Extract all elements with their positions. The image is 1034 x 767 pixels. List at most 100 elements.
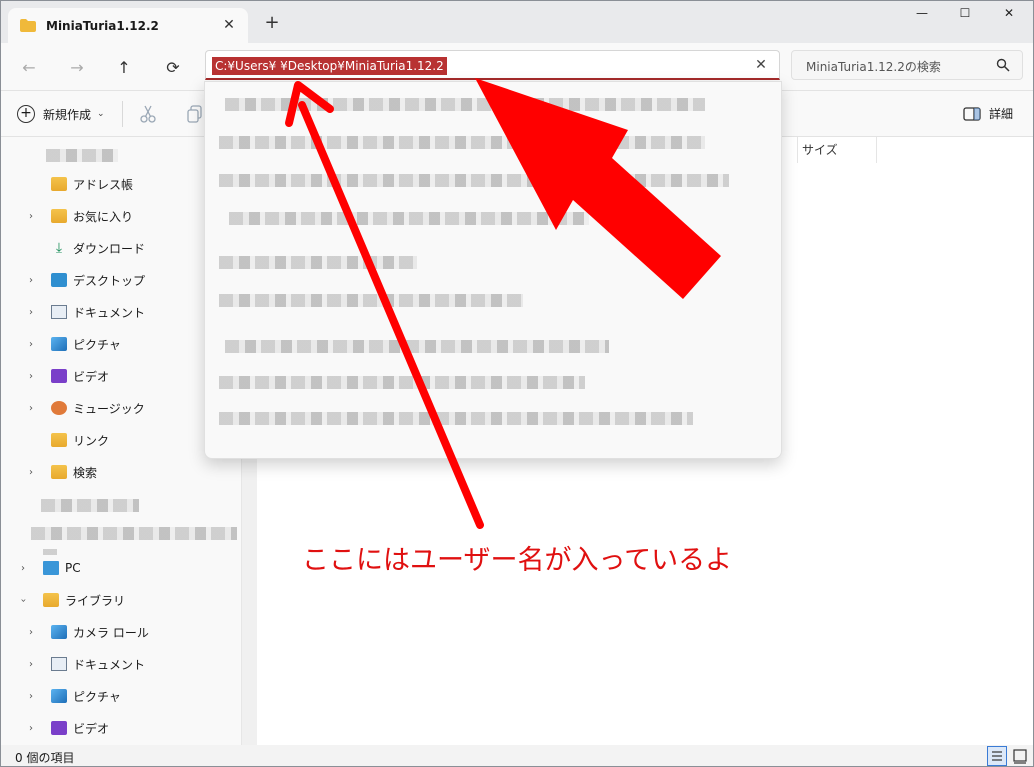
item-count: 0 個の項目 <box>15 751 75 765</box>
redacted-item <box>43 549 57 555</box>
sidebar-item-label: アドレス帳 <box>73 177 134 192</box>
sidebar-item-label: デスクトップ <box>73 273 146 288</box>
redacted-suggestion[interactable] <box>219 294 523 307</box>
sidebar-item-favorites[interactable]: › お気に入り <box>29 205 133 227</box>
chevron-right-icon: › <box>29 626 33 638</box>
title-bar: MiniaTuria1.12.2 ✕ + — ☐ ✕ <box>1 1 1033 43</box>
redacted-suggestion[interactable] <box>229 212 589 225</box>
chevron-down-icon: ⌄ <box>97 109 105 119</box>
sidebar-item-label: リンク <box>73 433 110 448</box>
annotation-label: ここにはユーザー名が入っているよ <box>302 545 733 576</box>
sidebar-item-library-documents[interactable]: › ドキュメント <box>29 653 145 675</box>
tab-current-folder[interactable]: MiniaTuria1.12.2 ✕ <box>8 8 248 43</box>
pc-icon <box>43 561 59 575</box>
thumbnail-view-button[interactable] <box>1011 747 1029 765</box>
copy-icon[interactable] <box>187 105 203 123</box>
redacted-item <box>46 149 118 162</box>
sidebar-item-label: PC <box>65 561 81 575</box>
redacted-suggestion[interactable] <box>225 98 705 111</box>
pictures-icon <box>51 337 67 351</box>
sidebar-item-label: 検索 <box>73 465 98 480</box>
cut-icon[interactable] <box>139 105 157 123</box>
redacted-item <box>41 499 139 512</box>
minimize-button[interactable]: — <box>907 6 937 28</box>
sidebar-item-videos[interactable]: › ビデオ <box>29 365 109 387</box>
sidebar-item-label: ドキュメント <box>73 657 146 672</box>
chevron-right-icon: › <box>29 306 33 318</box>
redacted-suggestion[interactable] <box>219 174 729 187</box>
status-bar: 0 個の項目 <box>1 745 1033 766</box>
folder-icon <box>51 177 67 191</box>
close-button[interactable]: ✕ <box>994 6 1024 28</box>
sidebar-item-pictures[interactable]: › ピクチャ <box>29 333 121 355</box>
video-icon <box>51 721 67 735</box>
sidebar-item-searches[interactable]: › 検索 <box>29 461 97 483</box>
sidebar-item-pc[interactable]: › PC <box>21 557 81 579</box>
details-label: 詳細 <box>989 107 1014 121</box>
back-button[interactable]: ← <box>17 55 41 79</box>
details-pane-icon <box>963 106 981 121</box>
refresh-button[interactable]: ⟳ <box>161 55 185 79</box>
sidebar-item-downloads[interactable]: ⤓ ダウンロード <box>51 237 145 259</box>
chevron-right-icon: › <box>29 210 33 222</box>
chevron-right-icon: › <box>29 690 33 702</box>
column-header-size[interactable]: サイズ <box>797 137 877 163</box>
sidebar-item-music[interactable]: › ミュージック <box>29 397 145 419</box>
chevron-right-icon: › <box>29 466 33 478</box>
redacted-suggestion[interactable] <box>219 256 417 269</box>
folder-icon <box>51 433 67 447</box>
maximize-button[interactable]: ☐ <box>950 6 980 28</box>
chevron-right-icon: › <box>29 274 33 286</box>
sidebar-item-label: ダウンロード <box>73 241 146 256</box>
new-tab-button[interactable]: + <box>263 14 281 32</box>
sidebar-item-desktop[interactable]: › デスクトップ <box>29 269 145 291</box>
folder-icon <box>43 593 59 607</box>
sidebar-item-library-pictures[interactable]: › ピクチャ <box>29 685 121 707</box>
sidebar-item-libraries[interactable]: › ライブラリ <box>18 589 125 611</box>
forward-button[interactable]: → <box>65 55 89 79</box>
tab-close-icon[interactable]: ✕ <box>220 16 238 34</box>
thumbnail-view-icon <box>1013 749 1027 764</box>
pictures-icon <box>51 689 67 703</box>
search-placeholder: MiniaTuria1.12.2の検索 <box>806 60 941 74</box>
search-icon <box>996 58 1010 72</box>
document-icon <box>51 305 67 319</box>
sidebar-item-documents[interactable]: › ドキュメント <box>29 301 145 323</box>
details-pane-button[interactable]: 詳細 <box>963 105 1013 122</box>
chevron-right-icon: › <box>29 402 33 414</box>
sidebar-item-label: ミュージック <box>73 401 145 416</box>
address-path-selected[interactable]: C:¥Users¥ ¥Desktop¥MiniaTuria1.12.2 <box>212 57 447 75</box>
music-icon <box>51 401 67 415</box>
new-button-label: 新規作成 <box>43 107 92 122</box>
sidebar-item-library-videos[interactable]: › ビデオ <box>29 717 109 739</box>
sidebar-item-label: ビデオ <box>73 369 110 384</box>
sidebar-item-links[interactable]: リンク <box>51 429 109 451</box>
sidebar-item-label: ドキュメント <box>73 305 146 320</box>
search-box[interactable]: MiniaTuria1.12.2の検索 <box>791 50 1023 80</box>
redacted-suggestion[interactable] <box>219 376 585 389</box>
sidebar-item-label: ビデオ <box>73 721 110 736</box>
redacted-item <box>31 527 237 540</box>
chevron-right-icon: › <box>29 722 33 734</box>
redacted-suggestion[interactable] <box>219 412 693 425</box>
pictures-icon <box>51 625 67 639</box>
redacted-suggestion[interactable] <box>219 136 705 149</box>
folder-icon <box>51 465 67 479</box>
chevron-right-icon: › <box>29 658 33 670</box>
up-button[interactable]: ↑ <box>112 55 136 79</box>
sidebar-item-label: お気に入り <box>73 209 134 224</box>
details-view-button[interactable] <box>987 746 1007 766</box>
sidebar-item-address-book[interactable]: アドレス帳 <box>51 173 133 195</box>
sidebar-item-label: ピクチャ <box>73 689 121 704</box>
command-divider <box>122 101 123 127</box>
redacted-suggestion[interactable] <box>225 340 609 353</box>
address-suggestions-dropdown <box>204 81 782 459</box>
video-icon <box>51 369 67 383</box>
list-view-icon <box>992 751 1002 761</box>
address-bar[interactable]: C:¥Users¥ ¥Desktop¥MiniaTuria1.12.2 ✕ <box>205 50 780 80</box>
sidebar-item-camera-roll[interactable]: › カメラ ロール <box>29 621 149 643</box>
new-button[interactable]: + 新規作成 ⌄ <box>17 103 105 125</box>
tab-label: MiniaTuria1.12.2 <box>46 18 159 33</box>
address-clear-icon[interactable]: ✕ <box>753 57 769 73</box>
sidebar-item-label: ピクチャ <box>73 337 121 352</box>
